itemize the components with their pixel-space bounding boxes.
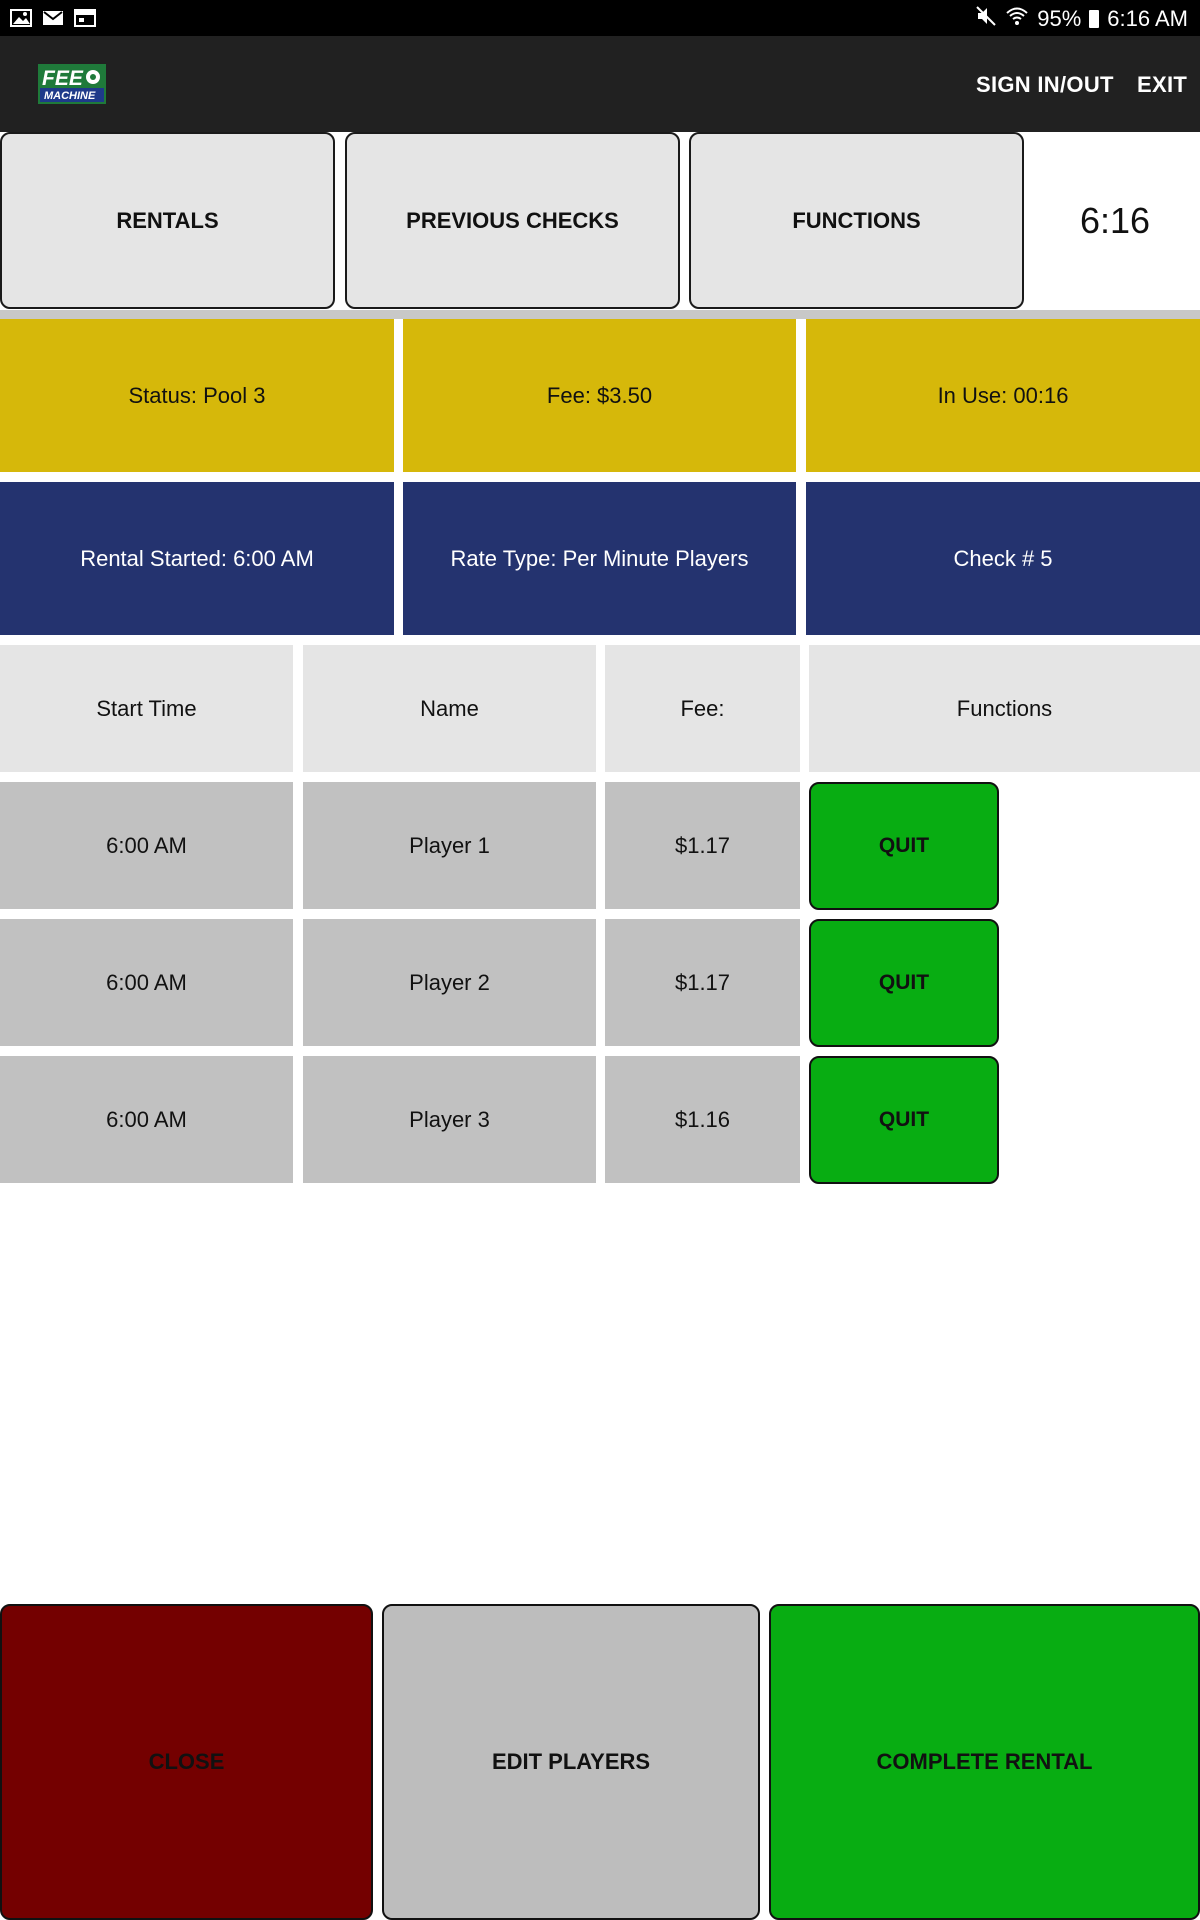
fee-tile: Fee: $3.50 (403, 319, 796, 472)
notification-icons (10, 8, 96, 28)
mute-icon (975, 5, 997, 33)
header-fee: Fee: (605, 645, 800, 772)
status-tile: Status: Pool 3 (0, 319, 394, 472)
in-use-tile: In Use: 00:16 (806, 319, 1200, 472)
quit-button[interactable]: QUIT (809, 1056, 999, 1184)
quit-button[interactable]: QUIT (809, 919, 999, 1047)
wifi-icon (1005, 5, 1029, 33)
row-player-name: Player 3 (303, 1056, 596, 1183)
row-start-time: 6:00 AM (0, 919, 293, 1046)
header-functions: Functions (809, 645, 1200, 772)
row-player-name: Player 1 (303, 782, 596, 909)
exit-button[interactable]: EXIT (1137, 72, 1187, 98)
rental-started-tile: Rental Started: 6:00 AM (0, 482, 394, 635)
svg-text:FEE: FEE (42, 67, 84, 90)
gmail-icon (42, 8, 64, 28)
nav-row: RENTALS PREVIOUS CHECKS FUNCTIONS 6:16 (0, 132, 1200, 312)
quit-button[interactable]: QUIT (809, 782, 999, 910)
check-number-tile: Check # 5 (806, 482, 1200, 635)
row-fee: $1.16 (605, 1056, 800, 1183)
status-bar: 95% 6:16 AM (0, 0, 1200, 36)
row-start-time: 6:00 AM (0, 782, 293, 909)
row-fee: $1.17 (605, 782, 800, 909)
functions-button[interactable]: FUNCTIONS (689, 132, 1024, 309)
battery-percent: 95% (1037, 6, 1082, 31)
complete-rental-button[interactable]: COMPLETE RENTAL (769, 1604, 1200, 1920)
gallery-icon (10, 8, 32, 28)
app-screen: 95% 6:16 AM FEE MACHINE SIGN IN/OUT EXIT… (0, 0, 1200, 1920)
status-indicators: 95% 6:16 AM (975, 5, 1188, 33)
nav-divider (0, 310, 1200, 319)
row-fee: $1.17 (605, 919, 800, 1046)
svg-text:MACHINE: MACHINE (44, 90, 96, 102)
rentals-button[interactable]: RENTALS (0, 132, 335, 309)
row-player-name: Player 2 (303, 919, 596, 1046)
status-time: 6:16 AM (1107, 6, 1188, 31)
sign-in-out-button[interactable]: SIGN IN/OUT (976, 72, 1114, 98)
header-start-time: Start Time (0, 645, 293, 772)
previous-checks-button[interactable]: PREVIOUS CHECKS (345, 132, 680, 309)
row-start-time: 6:00 AM (0, 1056, 293, 1183)
edit-players-button[interactable]: EDIT PLAYERS (382, 1604, 760, 1920)
rate-type-tile: Rate Type: Per Minute Players (403, 482, 796, 635)
close-button[interactable]: CLOSE (0, 1604, 373, 1920)
calendar-icon (74, 8, 96, 28)
header-name: Name (303, 645, 596, 772)
fee-machine-logo: FEE MACHINE (38, 64, 106, 104)
battery-icon (1089, 10, 1100, 28)
app-bar: FEE MACHINE SIGN IN/OUT EXIT (0, 36, 1200, 132)
clock-display: 6:16 (1079, 199, 1151, 241)
